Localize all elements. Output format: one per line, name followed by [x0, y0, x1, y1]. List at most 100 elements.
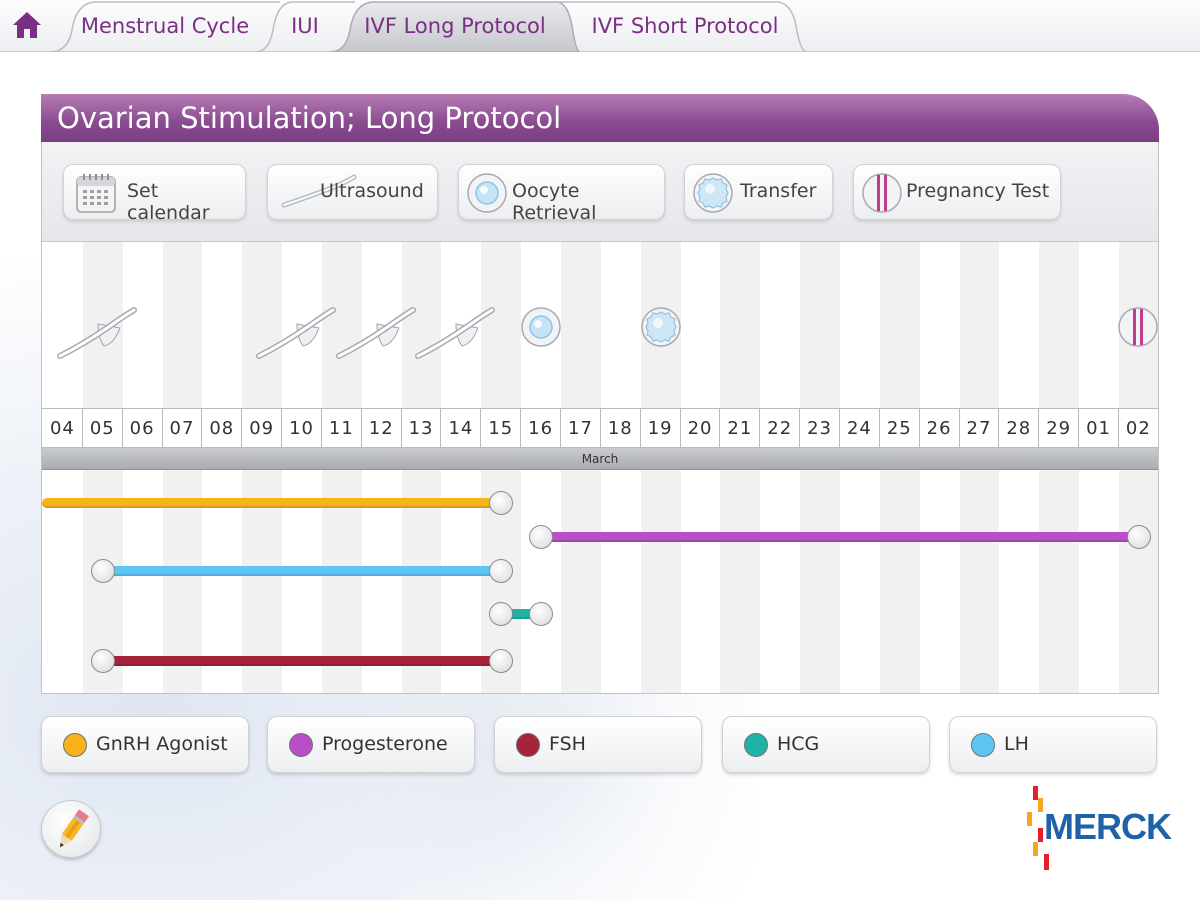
- legend-label: HCG: [777, 733, 820, 755]
- top-navigation: Menstrual Cycle IUI IVF Long Protocol IV…: [0, 0, 1200, 52]
- transfer-button[interactable]: Transfer: [684, 164, 833, 220]
- merck-logo: MERCK: [1024, 782, 1172, 874]
- set-calendar-button[interactable]: Set calendar: [63, 164, 246, 224]
- date-cell[interactable]: 16: [521, 409, 562, 447]
- ultrasound-button[interactable]: Ultrasound: [267, 164, 438, 220]
- set-calendar-label: Set calendar: [127, 180, 210, 224]
- legend-progesterone[interactable]: Progesterone: [267, 716, 475, 773]
- oocyte-marker-icon: [521, 307, 561, 347]
- legend-label: Progesterone: [322, 733, 448, 755]
- pencil-icon: [59, 809, 89, 848]
- date-cell[interactable]: 26: [920, 409, 960, 447]
- tab-ivf-long-protocol[interactable]: IVF Long Protocol: [330, 0, 580, 52]
- event-marker-oocyte-retrieval[interactable]: [519, 305, 563, 349]
- calendar-icon: [76, 174, 116, 213]
- date-cell[interactable]: 10: [282, 409, 322, 447]
- ultrasound-marker-icon: [256, 307, 337, 359]
- treatment-schedule: 04 05 06 07 08 09 10 11 12 13 14 15 16 17 18 19 20 21 22 23…: [42, 242, 1158, 693]
- logo-text: MERCK: [1044, 806, 1172, 847]
- oocyte-retrieval-label: Oocyte Retrieval: [512, 180, 597, 224]
- pregnancy-test-marker-icon: [1118, 307, 1158, 347]
- date-cell[interactable]: 15: [481, 409, 522, 447]
- event-marker-ultrasound[interactable]: [54, 304, 140, 362]
- treatment-drag-handle[interactable]: [90, 649, 115, 673]
- edit-button[interactable]: [41, 800, 101, 858]
- date-cell[interactable]: 23: [800, 409, 840, 447]
- date-cell[interactable]: 04: [43, 409, 83, 447]
- date-cell[interactable]: 17: [561, 409, 601, 447]
- page-title: Ovarian Stimulation; Long Protocol: [41, 94, 1159, 142]
- event-marker-ultrasound[interactable]: [253, 304, 339, 362]
- date-cell[interactable]: 29: [1039, 409, 1080, 447]
- legend-hcg[interactable]: HCG: [722, 716, 930, 773]
- pregnancy-test-icon: [862, 173, 902, 213]
- home-icon: [13, 12, 41, 38]
- date-cell[interactable]: 20: [681, 409, 721, 447]
- event-toolbar: Set calendar Ultrasound Oocyte Retrieval: [42, 142, 1158, 242]
- date-cell[interactable]: 24: [840, 409, 880, 447]
- date-cell[interactable]: 13: [402, 409, 442, 447]
- date-cell[interactable]: 22: [760, 409, 801, 447]
- treatment-bar-gnrh[interactable]: [42, 498, 502, 508]
- lh-color-dot: [971, 733, 995, 757]
- tab-ivf-short-protocol[interactable]: IVF Short Protocol: [560, 0, 810, 52]
- treatment-bar-lh[interactable]: [102, 566, 502, 576]
- treatment-bar-fsh[interactable]: [102, 656, 502, 666]
- date-cell[interactable]: 09: [242, 409, 283, 447]
- ultrasound-marker-icon: [415, 307, 496, 359]
- progesterone-color-dot: [289, 733, 313, 757]
- protocol-panel: Ovarian Stimulation; Long Protocol Set c…: [41, 94, 1159, 694]
- tab-label: IVF Long Protocol: [364, 14, 546, 38]
- treatment-drag-handle[interactable]: [529, 525, 554, 549]
- date-cell[interactable]: 27: [960, 409, 1000, 447]
- date-cell[interactable]: 25: [880, 409, 920, 447]
- ultrasound-label: Ultrasound: [320, 180, 424, 202]
- date-cell[interactable]: 12: [362, 409, 402, 447]
- date-cell[interactable]: 21: [720, 409, 761, 447]
- treatment-drag-handle[interactable]: [1126, 525, 1151, 549]
- tab-menstrual-cycle[interactable]: Menstrual Cycle: [50, 0, 280, 52]
- legend-gnrh-agonist[interactable]: GnRH Agonist: [41, 716, 249, 773]
- ultrasound-marker-icon: [56, 307, 137, 359]
- tab-label: Menstrual Cycle: [80, 14, 250, 38]
- date-cell[interactable]: 05: [83, 409, 123, 447]
- date-cell[interactable]: 01: [1079, 409, 1119, 447]
- event-marker-transfer[interactable]: [639, 305, 683, 349]
- date-cell[interactable]: 02: [1119, 409, 1158, 447]
- date-cell[interactable]: 18: [601, 409, 641, 447]
- fsh-color-dot: [516, 733, 540, 757]
- date-cell[interactable]: 08: [202, 409, 243, 447]
- date-cell[interactable]: 14: [442, 409, 482, 447]
- treatment-bar-progesterone[interactable]: [541, 532, 1139, 542]
- transfer-label: Transfer: [740, 180, 817, 202]
- legend-label: LH: [1004, 733, 1029, 755]
- pregnancy-test-button[interactable]: Pregnancy Test: [853, 164, 1061, 220]
- event-marker-ultrasound[interactable]: [333, 304, 419, 362]
- hcg-color-dot: [744, 733, 768, 757]
- event-marker-ultrasound[interactable]: [412, 304, 498, 362]
- treatment-drag-handle[interactable]: [529, 602, 554, 626]
- ultrasound-marker-icon: [335, 307, 416, 359]
- month-label: March: [42, 448, 1158, 470]
- date-cell[interactable]: 07: [163, 409, 203, 447]
- legend-lh[interactable]: LH: [949, 716, 1157, 773]
- oocyte-retrieval-button[interactable]: Oocyte Retrieval: [458, 164, 665, 224]
- event-marker-pregnancy-test[interactable]: [1116, 305, 1158, 349]
- treatment-drag-handle[interactable]: [90, 559, 115, 583]
- tab-label: IUI: [291, 14, 319, 38]
- legend-label: GnRH Agonist: [96, 733, 228, 755]
- legend-label: FSH: [549, 733, 586, 755]
- date-cell[interactable]: 28: [999, 409, 1040, 447]
- pregnancy-test-label: Pregnancy Test: [906, 180, 1050, 202]
- gnrh-color-dot: [63, 733, 87, 757]
- embryo-icon: [693, 173, 733, 213]
- date-row: 04 05 06 07 08 09 10 11 12 13 14 15 16 17 18 19 20 21 22 23…: [42, 408, 1158, 448]
- tab-label: IVF Short Protocol: [591, 14, 779, 38]
- home-button[interactable]: [10, 9, 44, 41]
- date-cell[interactable]: 19: [641, 409, 681, 447]
- embryo-marker-icon: [640, 307, 681, 347]
- date-cell[interactable]: 11: [322, 409, 362, 447]
- legend-fsh[interactable]: FSH: [494, 716, 702, 773]
- date-cell[interactable]: 06: [123, 409, 163, 447]
- oocyte-icon: [467, 173, 507, 213]
